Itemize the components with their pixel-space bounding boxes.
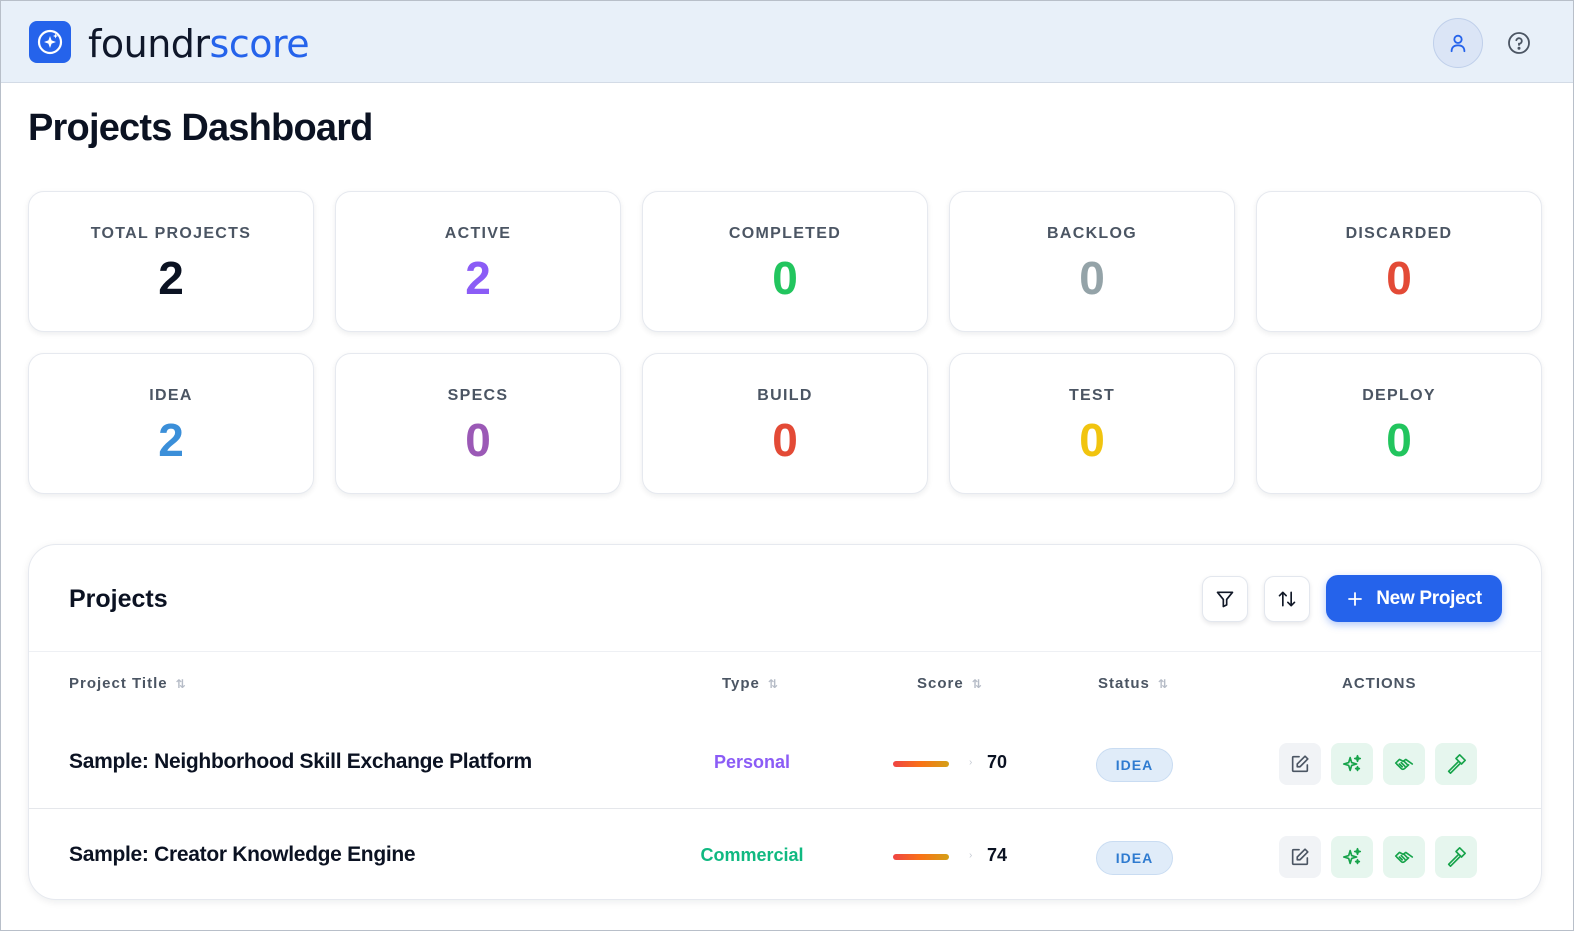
chevron-right-icon: › [969, 756, 973, 768]
sort-icon: ⇅ [767, 676, 778, 691]
column-header-status[interactable]: Status ⇅ [1098, 675, 1168, 692]
sort-icon: ⇅ [971, 676, 982, 691]
score-bar [893, 853, 949, 860]
column-header-actions: ACTIONS [1342, 675, 1417, 692]
sparkles-action-button[interactable] [1331, 835, 1373, 878]
stat-card-specs[interactable]: SPECS 0 [335, 353, 621, 494]
edit-action-button[interactable] [1279, 835, 1321, 878]
column-header-type-label: Type [722, 675, 760, 692]
brand-name-part1: foundr [88, 22, 210, 66]
projects-panel: Projects New Project Project Title ⇅ Typ… [28, 544, 1542, 900]
stat-card-idea[interactable]: IDEA 2 [28, 353, 314, 494]
stat-card-deploy[interactable]: DEPLOY 0 [1256, 353, 1542, 494]
sparkles-icon [1341, 846, 1363, 868]
handshake-action-button[interactable] [1383, 835, 1425, 878]
header-divider [29, 651, 1541, 652]
plus-icon [1348, 591, 1363, 606]
stat-card-backlog[interactable]: BACKLOG 0 [949, 191, 1235, 332]
status-badge: IDEA [1096, 840, 1173, 875]
profile-button[interactable] [1433, 18, 1483, 68]
stat-label: TEST [1068, 387, 1116, 404]
table-row[interactable]: Sample: Creator Knowledge Engine Commerci… [29, 810, 1541, 899]
help-circle-icon [1508, 32, 1530, 54]
stat-value: 0 [465, 414, 491, 466]
brand-name-part2: score [209, 22, 310, 66]
sparkles-icon [1341, 753, 1363, 775]
sort-button[interactable] [1264, 576, 1310, 622]
row-divider [29, 808, 1541, 809]
project-type: Commercial [700, 844, 804, 865]
sort-icon: ⇅ [1157, 676, 1168, 691]
stat-value: 0 [1386, 252, 1412, 304]
new-project-label: New Project [1376, 587, 1482, 609]
new-project-button[interactable]: New Project [1326, 575, 1502, 622]
hammer-action-button[interactable] [1435, 835, 1477, 878]
project-title[interactable]: Sample: Neighborhood Skill Exchange Plat… [69, 750, 532, 774]
score-value: 74 [987, 844, 1008, 865]
column-header-actions-label: ACTIONS [1342, 675, 1417, 692]
hammer-icon [1445, 846, 1467, 868]
stat-card-build[interactable]: BUILD 0 [642, 353, 928, 494]
top-bar: foundrscore [1, 1, 1573, 83]
stat-label: DISCARDED [1345, 225, 1453, 242]
score-bar [893, 760, 949, 767]
column-header-title[interactable]: Project Title ⇅ [69, 675, 186, 692]
help-button[interactable] [1506, 30, 1532, 56]
stat-label: BACKLOG [1047, 225, 1137, 242]
column-header-type[interactable]: Type ⇅ [722, 675, 778, 692]
sparkles-action-button[interactable] [1331, 742, 1373, 785]
sort-arrows-icon [1278, 591, 1296, 607]
stat-card-active[interactable]: ACTIVE 2 [335, 191, 621, 332]
handshake-icon [1393, 846, 1415, 868]
chevron-right-icon: › [969, 849, 973, 861]
score-value: 70 [987, 751, 1008, 772]
project-type: Personal [713, 751, 791, 772]
hammer-icon [1445, 753, 1467, 775]
edit-action-button[interactable] [1279, 742, 1321, 785]
stat-card-completed[interactable]: COMPLETED 0 [642, 191, 928, 332]
handshake-icon [1393, 753, 1415, 775]
stat-label: SPECS [447, 387, 509, 404]
stat-card-discarded[interactable]: DISCARDED 0 [1256, 191, 1542, 332]
brand-name[interactable]: foundrscore [88, 21, 310, 67]
stat-card-test[interactable]: TEST 0 [949, 353, 1235, 494]
edit-icon [1289, 753, 1311, 775]
stat-label: TOTAL PROJECTS [90, 225, 252, 242]
edit-icon [1289, 846, 1311, 868]
stat-value: 2 [158, 414, 184, 466]
stat-value: 0 [1079, 414, 1105, 466]
stat-value: 0 [1386, 414, 1412, 466]
status-badge: IDEA [1096, 747, 1173, 782]
stat-label: BUILD [757, 387, 813, 404]
stat-value: 2 [465, 252, 491, 304]
column-header-score[interactable]: Score ⇅ [917, 675, 982, 692]
stat-value: 0 [772, 414, 798, 466]
hammer-action-button[interactable] [1435, 742, 1477, 785]
stat-label: DEPLOY [1362, 387, 1436, 404]
sort-icon: ⇅ [175, 676, 186, 691]
stat-label: ACTIVE [444, 225, 512, 242]
table-row[interactable]: Sample: Neighborhood Skill Exchange Plat… [29, 717, 1541, 810]
column-header-status-label: Status [1098, 675, 1150, 692]
handshake-action-button[interactable] [1383, 742, 1425, 785]
filter-icon [1216, 591, 1234, 608]
stat-label: COMPLETED [728, 225, 842, 242]
column-header-title-label: Project Title [69, 675, 168, 692]
stat-card-total-projects[interactable]: TOTAL PROJECTS 2 [28, 191, 314, 332]
stat-value: 2 [158, 252, 184, 304]
user-icon [1450, 34, 1466, 53]
page-title: Projects Dashboard [28, 107, 373, 149]
stat-value: 0 [772, 252, 798, 304]
projects-panel-title: Projects [69, 585, 168, 613]
filter-button[interactable] [1202, 576, 1248, 622]
logo-icon[interactable] [29, 21, 71, 63]
project-title[interactable]: Sample: Creator Knowledge Engine [69, 843, 416, 867]
stat-label: IDEA [149, 387, 193, 404]
column-header-score-label: Score [917, 675, 964, 692]
stat-value: 0 [1079, 252, 1105, 304]
